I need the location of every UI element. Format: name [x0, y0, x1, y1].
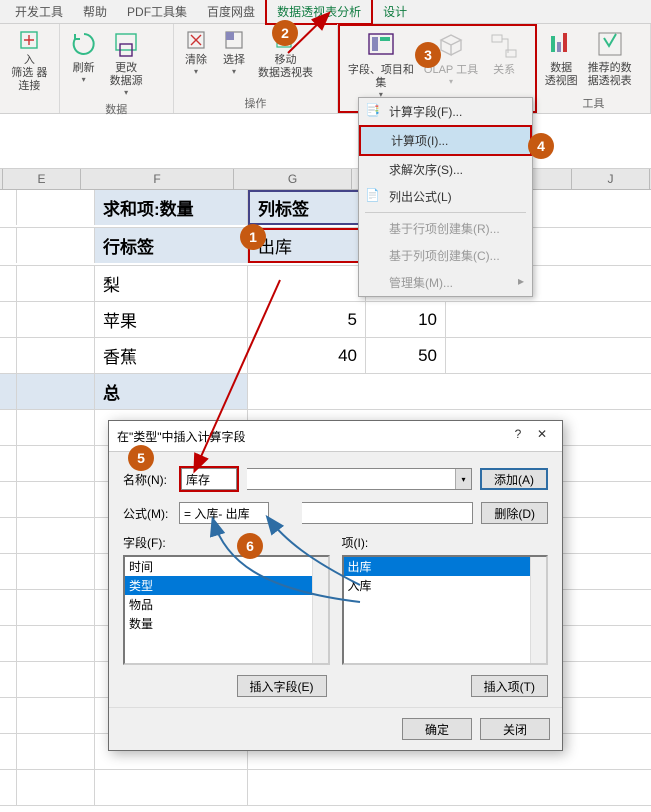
step-circle-5: 5 [128, 445, 154, 471]
select-button[interactable]: 选择▾ [216, 26, 252, 78]
fields-items-sets-button[interactable]: 字段、项目和 集▾ [344, 28, 418, 101]
step-circle-6: 6 [237, 533, 263, 559]
relation-button[interactable]: 关系 [484, 28, 524, 79]
menu-row-set: 基于行项创建集(R)... [359, 215, 532, 242]
calc-field-dialog: 在"类型"中插入计算字段 ? ✕ 名称(N): 库存 ▾ 添加(A) 公式(M)… [108, 420, 563, 751]
step-circle-3: 3 [415, 42, 441, 68]
tab-help[interactable]: 帮助 [73, 0, 117, 23]
menu-calc-field[interactable]: 📑计算字段(F)... [359, 98, 532, 125]
total-cell[interactable]: 总 [95, 374, 248, 409]
menu-solve-order[interactable]: 求解次序(S)... [359, 156, 532, 183]
col-G[interactable]: G [234, 169, 352, 189]
dialog-titlebar[interactable]: 在"类型"中插入计算字段 ? ✕ [109, 421, 562, 452]
pivotchart-button[interactable]: 数据 透视图 [541, 26, 582, 90]
cell-item-3[interactable]: 香蕉 [95, 338, 248, 373]
menu-list-formulas[interactable]: 📄列出公式(L) [359, 183, 532, 210]
items-list-label: 项(I): [342, 534, 549, 551]
fields-listbox[interactable]: 时间 类型 物品 数量 [123, 555, 330, 665]
group-op-label: 操作 [178, 93, 333, 113]
close-button[interactable]: 关闭 [480, 718, 550, 740]
col-J[interactable]: J [572, 169, 650, 189]
close-icon[interactable]: ✕ [530, 427, 554, 445]
fields-list-label: 字段(F): [123, 534, 330, 551]
recommend-button[interactable]: 推荐的数 据透视表 [584, 26, 636, 90]
cell-v2-2[interactable]: 10 [366, 302, 446, 337]
sum-label[interactable]: 求和项:数量 [95, 190, 248, 225]
group-tools-label: 工具 [541, 93, 646, 113]
list-item[interactable]: 数量 [125, 614, 328, 633]
row-labels-cell[interactable]: 行标签 [95, 228, 248, 263]
step-circle-2: 2 [272, 20, 298, 46]
ribbon: 入 筛选 器连接 刷新 ▾ 更改 数据源 ▾ 数据 清除▾ [0, 24, 651, 114]
ok-button[interactable]: 确定 [402, 718, 472, 740]
delete-button[interactable]: 删除(D) [481, 502, 548, 524]
name-select[interactable]: ▾ [247, 468, 472, 490]
cell-v3-2[interactable]: 50 [366, 338, 446, 373]
add-button[interactable]: 添加(A) [480, 468, 548, 490]
formula-input-ext[interactable] [302, 502, 474, 524]
insert-button[interactable]: 入 筛选 器连接 [4, 26, 55, 96]
cell-v3-1[interactable]: 40 [248, 338, 366, 373]
items-listbox[interactable]: 出库 入库 [342, 555, 549, 665]
menu-manage-sets: 管理集(M)...▸ [359, 269, 532, 296]
list-item[interactable]: 出库 [344, 557, 547, 576]
insert-item-button[interactable]: 插入项(T) [471, 675, 548, 697]
scrollbar[interactable] [530, 557, 546, 663]
name-input[interactable]: 库存 [181, 468, 237, 490]
tab-baidu[interactable]: 百度网盘 [197, 0, 265, 23]
col-E[interactable]: E [3, 169, 81, 189]
list-item[interactable]: 物品 [125, 595, 328, 614]
column-headers: E F G J [0, 169, 651, 190]
refresh-button[interactable]: 刷新 ▾ [64, 26, 104, 86]
help-icon[interactable]: ? [506, 427, 530, 445]
formula-label: 公式(M): [123, 505, 179, 522]
step-circle-4: 4 [528, 133, 554, 159]
scrollbar[interactable] [312, 557, 328, 663]
list-item[interactable]: 入库 [344, 576, 547, 595]
menu-col-set: 基于列项创建集(C)... [359, 242, 532, 269]
list-item[interactable]: 类型 [125, 576, 328, 595]
change-datasource-button[interactable]: 更改 数据源 ▾ [106, 26, 147, 99]
tab-pdf[interactable]: PDF工具集 [117, 0, 197, 23]
insert-field-button[interactable]: 插入字段(E) [237, 675, 327, 697]
col-F[interactable]: F [81, 169, 234, 189]
cell-item-2[interactable]: 苹果 [95, 302, 248, 337]
ribbon-tab-bar: 开发工具 帮助 PDF工具集 百度网盘 数据透视表分析 设计 [0, 0, 651, 24]
clear-button[interactable]: 清除▾ [178, 26, 214, 78]
name-label: 名称(N): [123, 471, 179, 488]
col-labels-cell[interactable]: 列标签 [248, 190, 366, 225]
cell-item-1[interactable]: 梨 [95, 266, 248, 301]
fields-dropdown-menu: 📑计算字段(F)... 计算项(I)... 求解次序(S)... 📄列出公式(L… [358, 97, 533, 297]
cell-v2-1[interactable]: 5 [248, 302, 366, 337]
list-item[interactable]: 时间 [125, 557, 328, 576]
tab-design[interactable]: 设计 [373, 0, 417, 23]
tab-dev[interactable]: 开发工具 [5, 0, 73, 23]
dialog-title: 在"类型"中插入计算字段 [117, 428, 506, 445]
menu-calc-item[interactable]: 计算项(I)... [359, 125, 532, 156]
formula-input[interactable] [179, 502, 269, 524]
step-circle-1: 1 [240, 224, 266, 250]
dropdown-icon[interactable]: ▾ [455, 469, 471, 489]
